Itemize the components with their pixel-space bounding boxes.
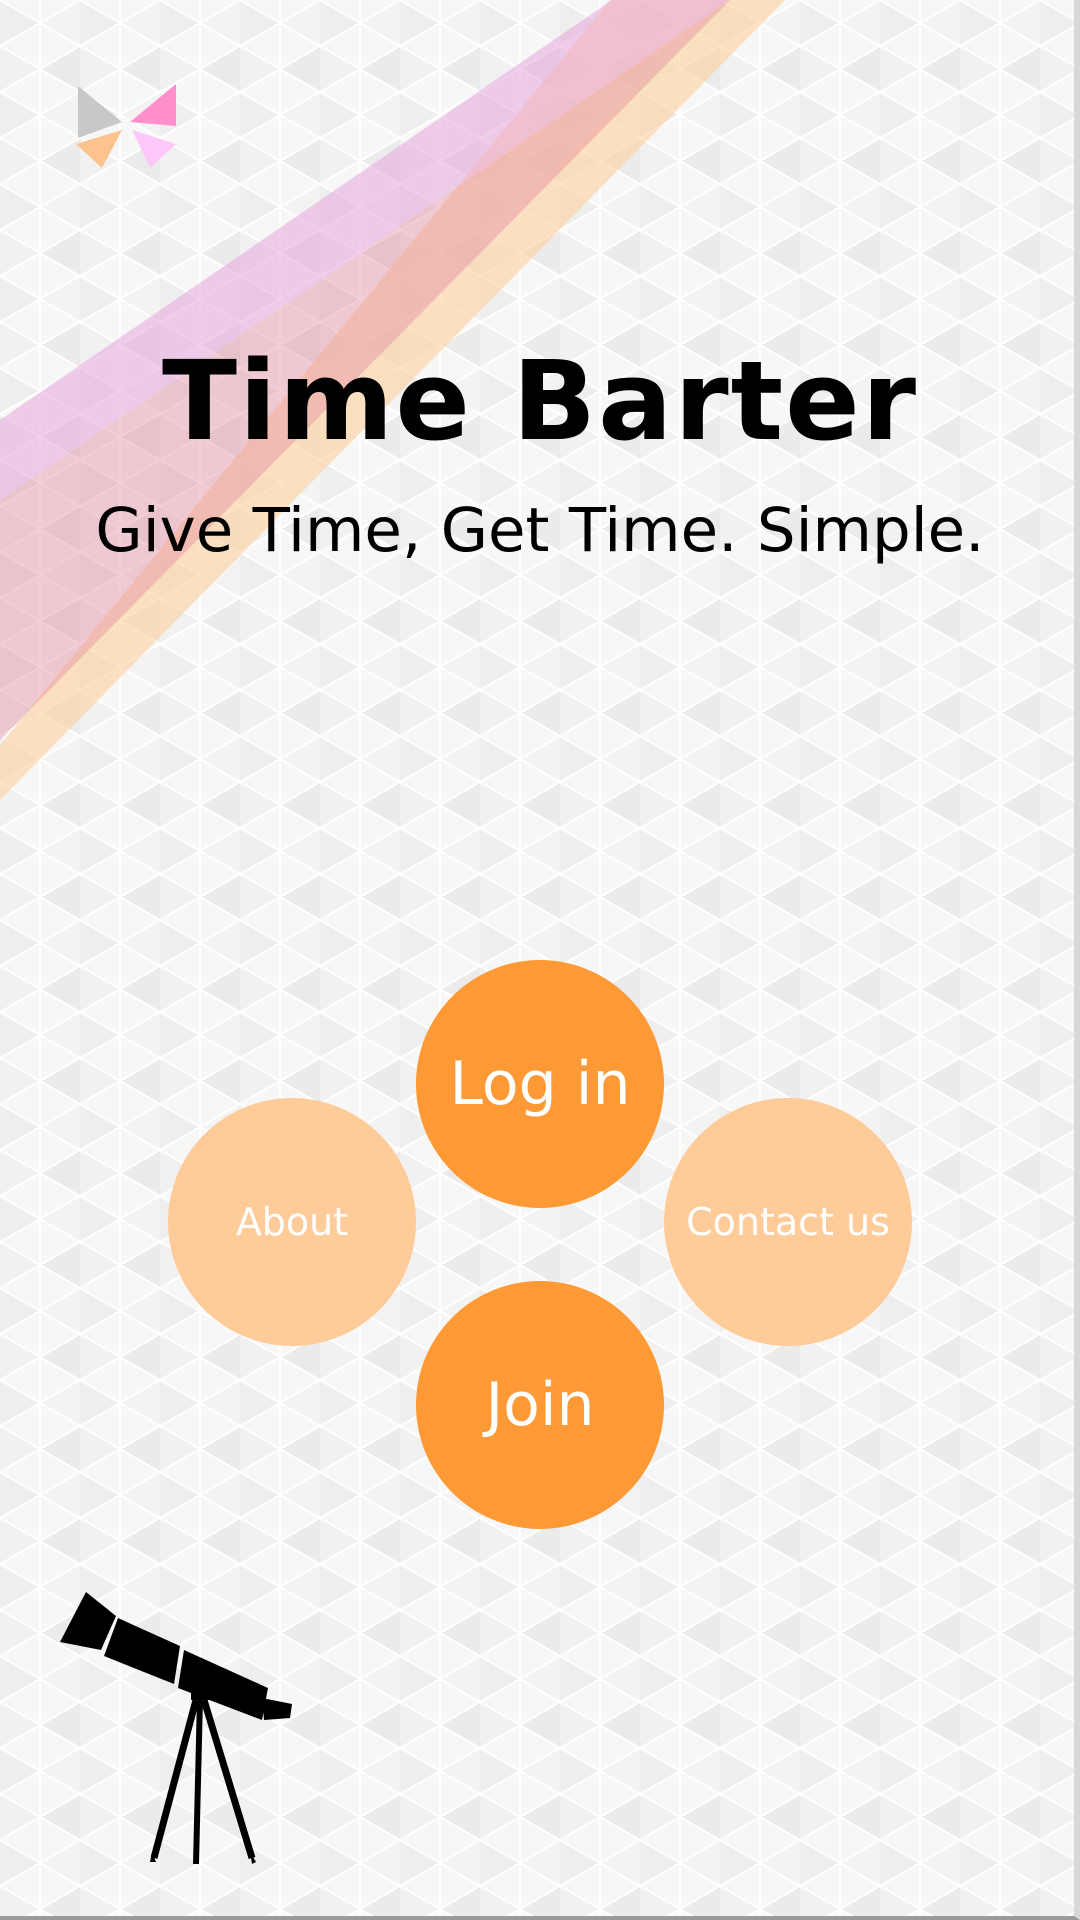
telescope-icon [60,1592,292,1865]
contact-us-button[interactable]: Contact us [664,1098,912,1346]
app-title: Time Barter [161,337,918,465]
join-button-label: Join [485,1370,595,1440]
login-button-label: Log in [449,1049,631,1119]
join-button[interactable]: Join [416,1281,664,1529]
app-tagline: Give Time, Get Time. Simple. [95,495,985,566]
pinwheel-logo-icon [76,84,176,168]
about-button-label: About [235,1200,349,1244]
contact-us-button-label: Contact us [686,1200,890,1244]
login-button[interactable]: Log in [416,960,664,1208]
about-button[interactable]: About [168,1098,416,1346]
